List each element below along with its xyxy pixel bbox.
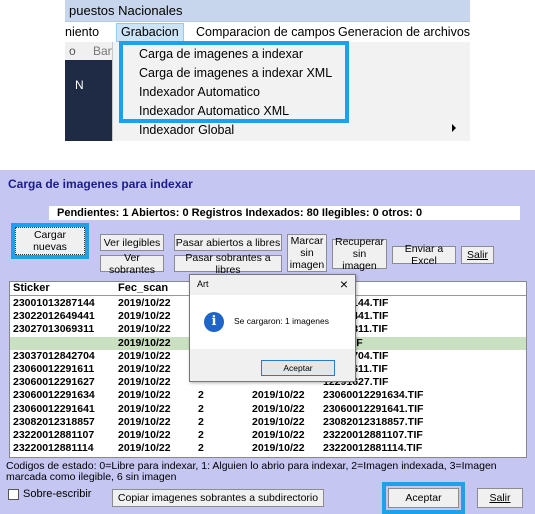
cargar-highlight — [11, 223, 89, 259]
ver-sobrantes-button[interactable]: Ver sobrantes — [100, 252, 164, 276]
panel-text: N — [75, 78, 84, 92]
table-cell: 2019/10/22 — [252, 429, 305, 441]
checkbox-label: Sobre-escribir — [23, 488, 92, 500]
dark-panel: N — [65, 60, 112, 141]
table-cell: 23082012318857.TIF — [323, 415, 424, 428]
table-cell: 2 — [198, 442, 204, 455]
menu-item-generacion[interactable]: Generacion de archivos — [338, 25, 470, 39]
table-cell: 2019/10/22 — [118, 389, 171, 402]
table-cell: 2019/10/22 — [118, 363, 171, 375]
table-cell: 23220012881114 — [13, 442, 94, 455]
table-cell: 23001013287144 — [13, 297, 95, 309]
table-row[interactable]: 23082012318857 2019/10/22 2 2019/10/22 23082… — [10, 415, 526, 429]
table-row[interactable]: 23060012291641 2019/10/22 2 2019/10/22 23060… — [10, 402, 526, 416]
table-cell: 2019/10/22 — [118, 429, 171, 441]
ver-ilegibles-button[interactable]: Ver ilegibles — [100, 234, 164, 251]
enviar-excel-button[interactable]: Enviar a Excel — [392, 243, 456, 267]
aceptar-highlight — [382, 482, 465, 514]
copiar-sobrantes-button[interactable]: Copiar imagenes sobrantes a subdirectori… — [112, 489, 324, 507]
table-cell: 2019/10/22 — [118, 402, 171, 415]
status-codes-legend: Codigos de estado: 0=Libre para indexar,… — [6, 460, 497, 483]
table-cell: 23022012649441 — [13, 310, 95, 323]
pasar-abiertos-button[interactable]: Pasar abiertos a libres — [174, 234, 282, 251]
table-cell: 23027013069311 — [13, 323, 95, 336]
message-text: Se cargaron: 1 imagenes — [234, 316, 329, 326]
table-cell: 2019/10/22 — [252, 402, 305, 415]
table-row[interactable]: 23060012291634 2019/10/22 2 2019/10/22 23060… — [10, 389, 526, 402]
checkbox-box[interactable] — [8, 488, 19, 500]
table-row[interactable]: 23220012881107 2019/10/22 2 2019/10/22 23220… — [10, 429, 526, 442]
col-fec-scan[interactable]: Fec_scan — [118, 282, 168, 294]
table-cell: 2019/10/22 — [252, 389, 305, 402]
table-cell: 2019/10/22 — [252, 415, 305, 428]
salir-top-button[interactable]: Salir — [461, 246, 494, 264]
table-cell: 2 — [198, 429, 204, 441]
table-row[interactable]: 23220012881114 2019/10/22 2 2019/10/22 23220… — [10, 442, 526, 455]
table-cell: 2019/10/22 — [118, 297, 171, 309]
table-cell: 2019/10/22 — [118, 415, 171, 428]
table-cell: 23220012881114.TIF — [323, 442, 423, 455]
sobre-escribir-checkbox[interactable]: Sobre-escribir — [8, 488, 91, 500]
table-cell: 2 — [198, 402, 204, 415]
pasar-sobrantes-button[interactable]: Pasar sobrantes a libres — [174, 252, 282, 276]
table-cell: 23082012318857 — [13, 415, 95, 428]
toolbar-fragment: o — [69, 44, 76, 58]
message-box-title: Art — [197, 279, 209, 289]
table-cell: 2019/10/22 — [252, 442, 305, 455]
col-sticker[interactable]: Sticker — [13, 282, 50, 294]
info-icon: i — [204, 312, 224, 332]
menu-item-grabacion[interactable]: Grabacion — [116, 23, 184, 42]
window-title: puestos Nacionales — [65, 0, 470, 22]
table-cell: 23060012291641 — [13, 402, 95, 415]
table-cell: 2019/10/22 — [118, 323, 171, 336]
menu-screenshot: puestos Nacionales niento Grabacion Comp… — [65, 0, 470, 141]
table-cell: 23060012291611 — [13, 363, 95, 375]
menu-indexador-global[interactable]: Indexador Global — [139, 123, 234, 137]
status-summary: Pendientes: 1 Abiertos: 0 Registros Inde… — [49, 206, 520, 220]
close-icon[interactable]: × — [340, 277, 348, 291]
message-box-body: i Se cargaron: 1 imagenes — [190, 295, 355, 349]
menu-item-comparacion[interactable]: Comparacion de campos — [196, 25, 335, 39]
table-cell: 2 — [198, 415, 204, 428]
table-cell: 23060012291641.TIF — [323, 402, 424, 415]
marcar-sin-imagen-button[interactable]: Marcar sin imagen — [287, 234, 327, 272]
menu-item-mantenimiento[interactable]: niento — [65, 25, 99, 39]
recuperar-sin-imagen-button[interactable]: Recuperar sin imagen — [332, 236, 387, 272]
table-cell: 2019/10/22 — [118, 376, 171, 389]
table-cell: 2019/10/22 — [118, 349, 171, 362]
table-cell: 2 — [198, 389, 204, 402]
table-cell: 23220012881107.TIF — [323, 429, 423, 441]
menu-highlight — [119, 41, 349, 123]
table-cell: 23060012291634 — [13, 389, 95, 402]
table-cell: 2019/10/22 — [118, 336, 171, 349]
message-box: Art × i Se cargaron: 1 imagenes Aceptar — [189, 274, 356, 382]
table-cell: 2019/10/22 — [118, 442, 171, 455]
menubar: niento Grabacion Comparacion de campos G… — [65, 22, 470, 42]
table-cell: 23220012881107 — [13, 429, 95, 441]
table-cell: 2019/10/22 — [118, 310, 171, 323]
table-cell: 23060012291627 — [13, 376, 95, 389]
message-box-accept-button[interactable]: Aceptar — [261, 360, 335, 376]
table-cell: 23037012842704 — [13, 349, 95, 362]
submenu-arrow-icon — [452, 124, 456, 132]
dialog-title: Carga de imagenes para indexar — [8, 177, 193, 191]
carga-dialog: Carga de imagenes para indexar Pendiente… — [0, 170, 535, 514]
salir-bottom-button[interactable]: Salir — [477, 488, 523, 508]
table-cell: 23060012291634.TIF — [323, 389, 424, 402]
